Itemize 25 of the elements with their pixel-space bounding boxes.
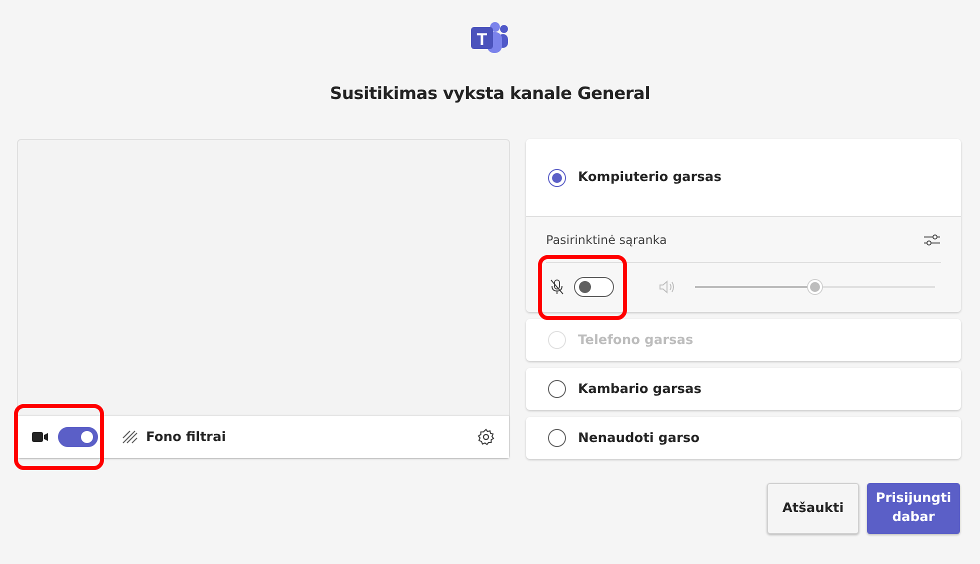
meeting-title: Susitikimas vyksta kanale General <box>330 84 650 106</box>
speaker-icon <box>659 280 675 294</box>
option-label: Kompiuterio garsas <box>578 170 722 185</box>
muted-microphone-icon <box>550 279 564 295</box>
join-button[interactable]: Prisijungti dabar <box>867 483 960 534</box>
radio-button[interactable] <box>548 429 566 447</box>
background-filters-button[interactable]: Fono filtrai <box>122 430 226 444</box>
volume-slider-thumb[interactable] <box>808 280 822 294</box>
camera-icon <box>32 431 48 443</box>
radio-button[interactable] <box>548 168 566 186</box>
device-settings-icon[interactable] <box>923 232 941 248</box>
camera-toggle[interactable] <box>58 427 98 447</box>
audio-option-card[interactable]: Kompiuterio garsas Pasirinktinė sąranka <box>526 139 961 312</box>
cancel-button[interactable]: Atšaukti <box>767 483 859 534</box>
audio-option-card[interactable]: Nenaudoti garso <box>526 417 961 459</box>
audio-option-card[interactable]: Kambario garsas <box>526 368 961 410</box>
option-label: Nenaudoti garso <box>578 430 700 446</box>
option-label: Kambario garsas <box>578 382 702 396</box>
option-label: Telefono garsas <box>578 332 694 348</box>
device-settings-label: Pasirinktinė sąranka <box>546 232 667 246</box>
volume-slider[interactable] <box>695 280 935 294</box>
settings-icon[interactable] <box>477 428 495 446</box>
background-filters-icon <box>122 430 138 444</box>
microphone-toggle[interactable] <box>574 277 614 297</box>
radio-button[interactable] <box>548 380 566 398</box>
